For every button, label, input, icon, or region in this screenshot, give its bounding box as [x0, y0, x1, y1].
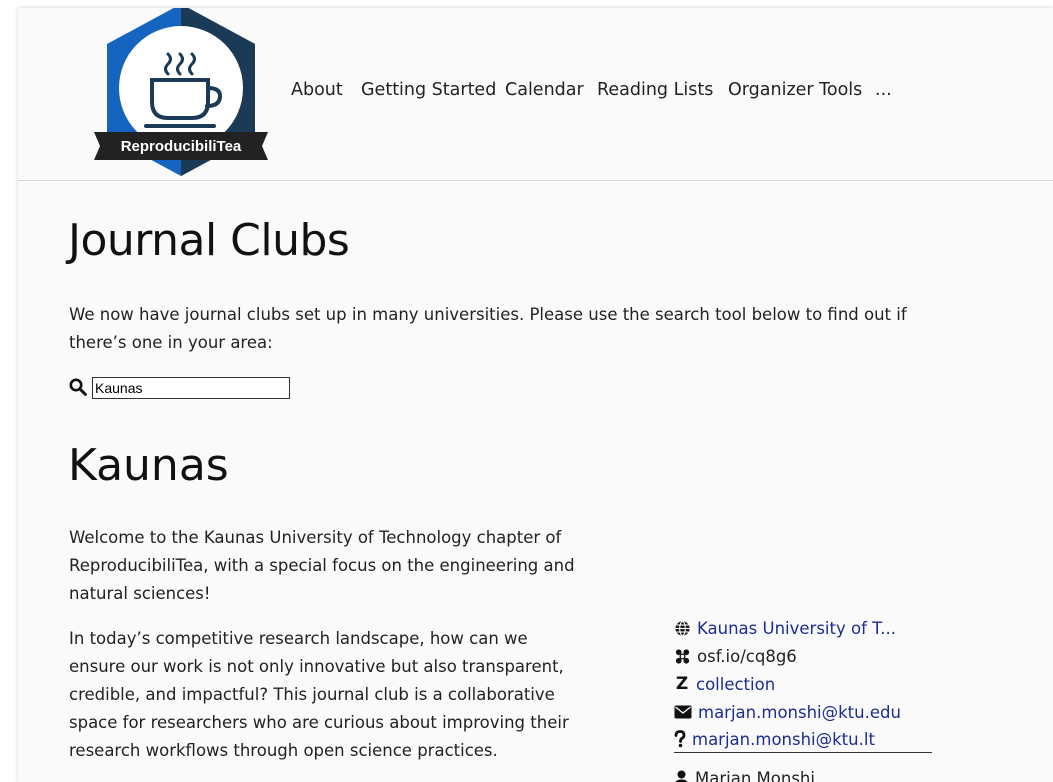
nav-more[interactable]: ...: [875, 80, 892, 100]
nav-about[interactable]: About: [291, 80, 343, 100]
nav-reading-lists[interactable]: Reading Lists: [597, 80, 713, 100]
nav-calendar[interactable]: Calendar: [505, 80, 584, 100]
organizer-name: Marjan Monshi: [695, 768, 815, 782]
organizer-row: Marjan Monshi: [674, 766, 815, 782]
help-email-link[interactable]: marjan.monshi@ktu.lt: [692, 730, 875, 749]
search-icon: [69, 378, 87, 396]
club-description: In today’s competitive research landscap…: [69, 629, 569, 760]
osf-icon: [675, 648, 690, 664]
osf-row: osf.io/cq8g6: [674, 644, 797, 668]
osf-link[interactable]: osf.io/cq8g6: [697, 647, 797, 666]
page-title: Journal Clubs: [68, 215, 350, 266]
question-icon: [674, 730, 686, 748]
nav-getting-started[interactable]: Getting Started: [361, 80, 496, 100]
logo-text: ReproducibiliTea: [121, 138, 242, 155]
zotero-row: Z collection: [674, 672, 775, 696]
search-input[interactable]: [92, 377, 290, 399]
website-link[interactable]: Kaunas University of T...: [697, 619, 896, 638]
club-title: Kaunas: [68, 440, 229, 491]
zotero-icon: Z: [675, 674, 689, 694]
reproducibilitea-logo[interactable]: ReproducibiliTea: [92, 8, 270, 178]
nav-organizer-tools[interactable]: Organizer Tools: [728, 80, 862, 100]
sidebar-divider: [674, 752, 932, 753]
zotero-link[interactable]: collection: [696, 675, 775, 694]
email-row: marjan.monshi@ktu.edu: [674, 700, 901, 724]
help-row: marjan.monshi@ktu.lt: [674, 727, 875, 751]
envelope-icon: [674, 705, 692, 719]
user-icon: [675, 770, 688, 782]
globe-icon: [675, 620, 690, 636]
website-row: Kaunas University of T...: [674, 616, 896, 640]
email-link[interactable]: marjan.monshi@ktu.edu: [698, 703, 901, 722]
page-frame: ReproducibiliTea About Getting Started C…: [18, 8, 1053, 782]
site-header: ReproducibiliTea About Getting Started C…: [18, 8, 1053, 181]
club-description: Welcome to the Kaunas University of Tech…: [69, 528, 575, 603]
intro-text: We now have journal clubs set up in many…: [69, 305, 907, 352]
